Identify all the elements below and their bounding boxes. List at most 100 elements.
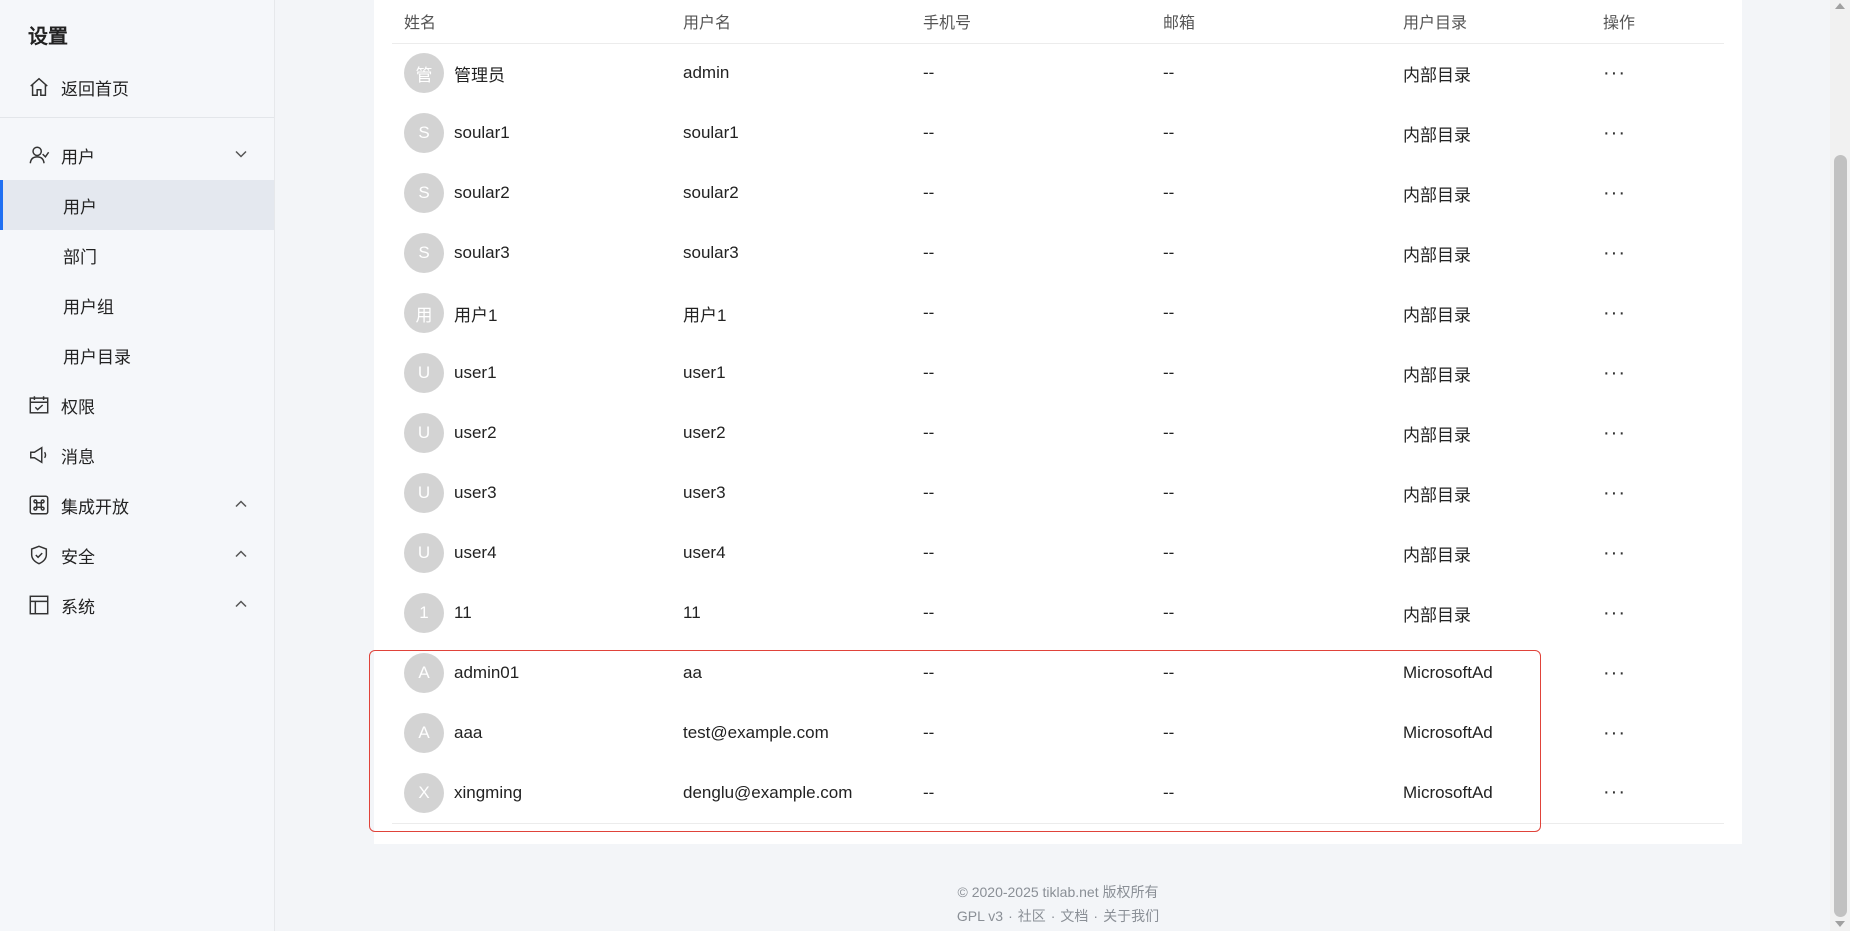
column-header-name: 姓名 (392, 0, 671, 44)
cell-phone: -- (923, 423, 935, 442)
sidebar-group-users[interactable]: 用户 (0, 130, 274, 180)
sidebar-item-departments[interactable]: 部门 (0, 230, 274, 280)
sidebar-item-label: 部门 (63, 247, 97, 267)
cell-actions: ··· (1591, 523, 1724, 583)
cell-directory: 内部目录 (1403, 365, 1471, 385)
more-actions-icon[interactable]: ··· (1603, 482, 1626, 504)
cell-directory: 内部目录 (1403, 425, 1471, 445)
cell-name: 1 11 (392, 583, 671, 643)
table-row: Aaaa test@example.com -- -- MicrosoftAd ··· (392, 703, 1724, 763)
cell-directory: 内部目录 (1403, 605, 1471, 625)
cell-username: admin (683, 63, 730, 83)
avatar: S (404, 113, 444, 153)
chevron-up-icon (235, 600, 247, 608)
avatar: U (404, 413, 444, 453)
column-header-email: 邮箱 (1151, 0, 1391, 44)
sidebar-item-label: 用户目录 (63, 347, 131, 367)
scrollbar-thumb[interactable] (1834, 155, 1847, 917)
sidebar-group-integration[interactable]: 集成开放 (0, 480, 274, 530)
table-row: Ssoular3 soular3 -- -- 内部目录 ··· (392, 223, 1724, 283)
sidebar-item-user-groups[interactable]: 用户组 (0, 280, 274, 330)
user-display-name: user3 (454, 483, 497, 502)
more-actions-icon[interactable]: ··· (1603, 242, 1626, 264)
cell-name: Ssoular3 (392, 223, 671, 283)
more-actions-icon[interactable]: ··· (1603, 62, 1626, 84)
cell-phone: -- (923, 303, 935, 322)
sidebar-title: 设置 (28, 26, 68, 48)
cell-username: user2 (683, 423, 726, 442)
cell-directory: 内部目录 (1403, 485, 1471, 505)
cell-phone: -- (923, 723, 935, 742)
sidebar-item-label: 用户 (63, 197, 97, 217)
cell-email: -- (1163, 243, 1175, 262)
cell-directory: 内部目录 (1403, 245, 1471, 265)
cell-username: user4 (683, 543, 726, 562)
more-actions-icon[interactable]: ··· (1603, 542, 1626, 564)
sidebar-item-user-directory[interactable]: 用户目录 (0, 330, 274, 380)
sidebar-group-security[interactable]: 安全 (0, 530, 274, 580)
cell-email: -- (1163, 183, 1175, 202)
cell-name: Uuser3 (392, 463, 671, 523)
more-actions-icon[interactable]: ··· (1603, 781, 1626, 803)
sidebar-group-system[interactable]: 系统 (0, 580, 274, 630)
more-actions-icon[interactable]: ··· (1603, 362, 1626, 384)
cell-name: Ssoular2 (392, 163, 671, 223)
more-actions-icon[interactable]: ··· (1603, 602, 1626, 624)
sidebar-group-label: 用户 (61, 147, 95, 167)
footer-link-license[interactable]: GPL v3 (957, 908, 1003, 924)
sidebar-group-label: 安全 (61, 547, 95, 567)
column-header-phone: 手机号 (911, 0, 1151, 44)
table-row: Ssoular2 soular2 -- -- 内部目录 ··· (392, 163, 1724, 223)
scroll-down-arrow-icon[interactable] (1835, 921, 1845, 927)
more-actions-icon[interactable]: ··· (1603, 422, 1626, 444)
back-home-link[interactable]: 返回首页 (0, 62, 274, 112)
cell-actions: ··· (1591, 43, 1724, 103)
megaphone-icon (27, 443, 51, 467)
scrollbar[interactable] (1830, 0, 1850, 931)
user-display-name: 管理员 (454, 65, 505, 85)
cell-phone: -- (923, 363, 935, 382)
sidebar-item-users[interactable]: 用户 (0, 180, 274, 230)
cell-actions: ··· (1591, 403, 1724, 463)
more-actions-icon[interactable]: ··· (1603, 662, 1626, 684)
cell-phone: -- (923, 543, 935, 562)
cell-name: Xxingming (392, 763, 671, 824)
cell-name: 用用户1 (392, 283, 671, 343)
table-row: 用用户1 用户1 -- -- 内部目录 ··· (392, 283, 1724, 343)
sidebar-group-permissions[interactable]: 权限 (0, 380, 274, 430)
footer-link-about[interactable]: 关于我们 (1103, 908, 1159, 924)
chevron-up-icon (235, 550, 247, 558)
cell-email: -- (1151, 763, 1391, 824)
cell-directory: MicrosoftAd (1403, 663, 1493, 682)
more-actions-icon[interactable]: ··· (1603, 122, 1626, 144)
cell-phone: -- (923, 603, 935, 622)
sidebar-group-messages[interactable]: 消息 (0, 430, 274, 480)
shield-check-icon (27, 543, 51, 567)
cell-phone: -- (923, 243, 935, 262)
cell-phone: -- (923, 483, 935, 502)
more-actions-icon[interactable]: ··· (1603, 302, 1626, 324)
user-icon (27, 143, 51, 167)
cell-name: Uuser1 (392, 343, 671, 403)
footer-link-docs[interactable]: 文档 (1060, 908, 1088, 924)
user-display-name: user2 (454, 423, 497, 442)
more-actions-icon[interactable]: ··· (1603, 182, 1626, 204)
cell-email: -- (1163, 723, 1175, 742)
table-row: Uuser3 user3 -- -- 内部目录 ··· (392, 463, 1724, 523)
cell-phone: -- (911, 763, 1151, 824)
cell-actions: ··· (1591, 463, 1724, 523)
cell-phone: -- (923, 183, 935, 202)
avatar: U (404, 353, 444, 393)
scroll-up-arrow-icon[interactable] (1835, 3, 1845, 9)
column-header-username: 用户名 (671, 0, 911, 44)
cell-name: Uuser4 (392, 523, 671, 583)
cell-directory: MicrosoftAd (1403, 723, 1493, 742)
cell-directory: 内部目录 (1403, 125, 1471, 145)
footer-link-community[interactable]: 社区 (1018, 908, 1046, 924)
table-row: 管管理员 admin -- -- 内部目录 ··· (392, 43, 1724, 103)
command-icon (27, 493, 51, 517)
table-row: Uuser1 user1 -- -- 内部目录 ··· (392, 343, 1724, 403)
more-actions-icon[interactable]: ··· (1603, 722, 1626, 744)
cell-email: -- (1163, 363, 1175, 382)
chevron-down-icon (235, 150, 247, 158)
